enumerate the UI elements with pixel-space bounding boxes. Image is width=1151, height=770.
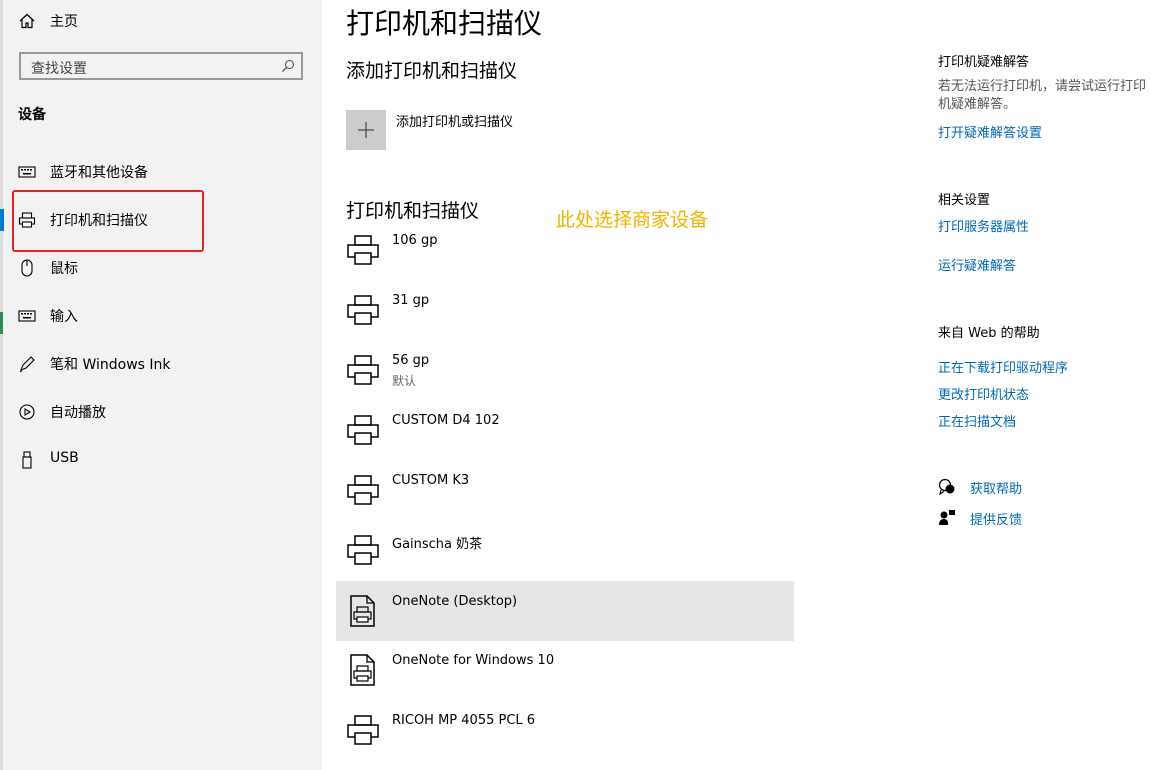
change-printer-status-link[interactable]: 更改打印机状态: [938, 384, 1029, 403]
printer-icon: [347, 235, 379, 265]
feedback-icon: [939, 510, 955, 525]
printer-item[interactable]: CUSTOM D4 102: [336, 400, 794, 460]
home-link[interactable]: 主页: [18, 10, 78, 32]
document-printer-icon: [350, 595, 375, 627]
sidebar-item-label: 蓝牙和其他设备: [50, 165, 148, 181]
keyboard-bluetooth-icon: [18, 163, 36, 181]
add-printer-label[interactable]: 添加打印机或扫描仪: [396, 111, 513, 130]
highlight-box: [12, 190, 204, 252]
home-icon: [19, 13, 35, 29]
add-section-heading: 添加打印机和扫描仪: [346, 60, 518, 82]
printer-name: RICOH MP 4055 PCL 6: [392, 713, 536, 728]
sidebar-item-usb[interactable]: USB: [0, 436, 322, 484]
sidebar-item-label: 鼠标: [50, 261, 78, 277]
printer-name: CUSTOM K3: [392, 473, 470, 488]
printer-default-label: 默认: [392, 374, 417, 388]
web-help-heading: 来自 Web 的帮助: [938, 326, 1040, 341]
printer-name: 56 gp: [392, 353, 430, 368]
printer-name: 106 gp: [392, 233, 438, 248]
usb-icon: [18, 451, 36, 469]
chat-help-icon: [938, 478, 955, 496]
document-printer-icon: [350, 654, 375, 686]
sidebar-item-autoplay[interactable]: 自动播放: [0, 388, 322, 436]
page-title: 打印机和扫描仪: [346, 7, 543, 40]
home-label: 主页: [50, 14, 78, 30]
sidebar-item-bluetooth[interactable]: 蓝牙和其他设备: [0, 148, 322, 196]
troubleshoot-settings-link[interactable]: 打开疑难解答设置: [938, 122, 1042, 141]
printer-icon: [347, 295, 379, 325]
sidebar-item-pen[interactable]: 笔和 Windows Ink: [0, 340, 322, 388]
printer-icon: [347, 475, 379, 505]
printer-icon: [347, 715, 379, 745]
sidebar-item-label: USB: [50, 450, 79, 466]
printer-item[interactable]: OneNote for Windows 10: [336, 640, 794, 700]
get-help-label: 获取帮助: [970, 482, 1023, 497]
printer-item-selected[interactable]: OneNote (Desktop): [336, 581, 794, 641]
troubleshoot-heading: 打印机疑难解答: [938, 55, 1030, 70]
sidebar-item-label: 笔和 Windows Ink: [50, 357, 171, 373]
scanning-docs-link[interactable]: 正在扫描文档: [938, 411, 1016, 430]
printer-name: Gainscha 奶茶: [392, 537, 483, 552]
troubleshoot-text: 若无法运行打印机，请尝试运行打印机疑难解答。: [938, 79, 1147, 112]
sidebar-item-label: 输入: [50, 309, 78, 325]
sidebar-item-typing[interactable]: 输入: [0, 292, 322, 340]
printer-icon: [347, 415, 379, 445]
keyboard-icon: [18, 307, 36, 325]
run-troubleshooter-link[interactable]: 运行疑难解答: [938, 255, 1016, 274]
printer-name: CUSTOM D4 102: [392, 413, 500, 428]
printer-name: OneNote (Desktop): [392, 594, 518, 609]
printer-item[interactable]: 106 gp: [336, 220, 794, 280]
printer-name: 31 gp: [392, 293, 430, 308]
printer-icon: [347, 535, 379, 565]
printer-item[interactable]: 56 gp 默认: [336, 340, 794, 400]
autoplay-icon: [18, 403, 36, 421]
feedback-label: 提供反馈: [970, 513, 1023, 528]
print-server-properties-link[interactable]: 打印服务器属性: [938, 216, 1029, 235]
sidebar: 主页 查找设置 设备 蓝牙和其他设备 打印机和扫描仪 鼠标 输入 笔和 Wind…: [0, 0, 322, 770]
printer-name: OneNote for Windows 10: [392, 653, 555, 668]
mouse-icon: [18, 259, 36, 277]
pen-icon: [18, 355, 36, 373]
printer-item[interactable]: Gainscha 奶茶: [336, 520, 794, 580]
plus-icon: [358, 122, 374, 138]
printer-icon: [347, 355, 379, 385]
section-label-devices: 设备: [18, 107, 46, 123]
related-settings-heading: 相关设置: [938, 193, 991, 208]
add-printer-button[interactable]: [346, 110, 386, 150]
search-icon[interactable]: [281, 59, 295, 73]
search-input[interactable]: 查找设置: [19, 52, 303, 80]
search-placeholder: 查找设置: [31, 61, 87, 77]
printer-item[interactable]: 31 gp: [336, 280, 794, 340]
download-driver-link[interactable]: 正在下载打印驱动程序: [938, 357, 1068, 376]
printers-list-heading: 打印机和扫描仪: [346, 200, 480, 222]
printer-item[interactable]: RICOH MP 4055 PCL 6: [336, 700, 794, 760]
sidebar-item-label: 自动播放: [50, 405, 106, 421]
printer-item[interactable]: CUSTOM K3: [336, 460, 794, 520]
